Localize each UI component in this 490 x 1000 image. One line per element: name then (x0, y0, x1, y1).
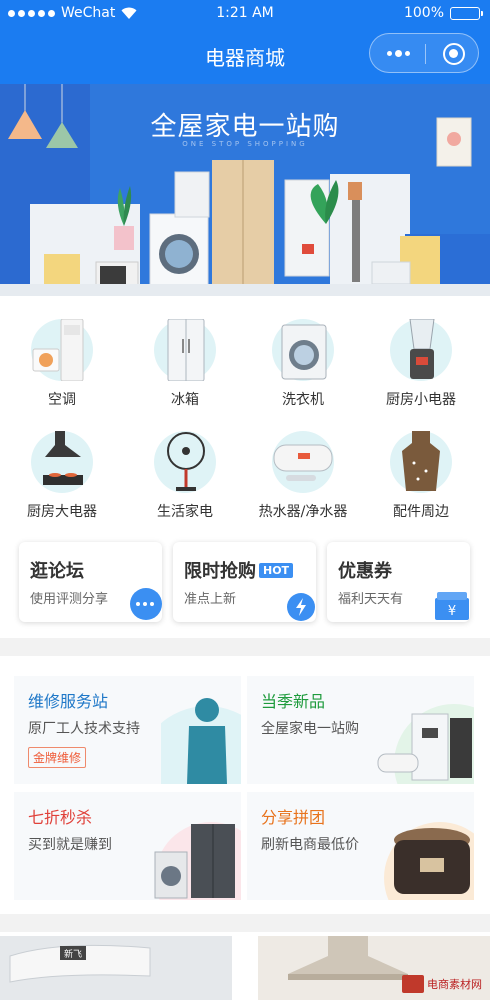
category-label: 热水器/净水器 (258, 504, 348, 520)
apron-icon (390, 431, 452, 493)
coupon-icon: ¥ (435, 592, 469, 620)
group-buy-subtitle: 刷新电商最低价 (261, 837, 359, 853)
group-buy-card[interactable]: 分享拼团 刷新电商最低价 (247, 792, 474, 900)
nav-bar: 电器商城 (0, 28, 490, 84)
alarm-clock-icon (287, 593, 315, 621)
category-label: 冰箱 (171, 392, 199, 408)
watermark-logo-icon (402, 975, 424, 993)
capsule-divider (425, 44, 426, 64)
category-refrigerator[interactable]: 冰箱 (130, 318, 240, 409)
repair-station-card[interactable]: 维修服务站 原厂工人技术支持 金牌维修 (14, 676, 241, 784)
more-dots-icon[interactable] (387, 50, 410, 57)
hot-badge: HOT (259, 563, 294, 578)
product-brand: 新飞 (64, 948, 82, 960)
new-season-subtitle: 全屋家电一站购 (261, 721, 359, 737)
category-label: 厨房小电器 (386, 392, 456, 408)
new-season-card[interactable]: 当季新品 全屋家电一站购 (247, 676, 474, 784)
quick-entry-section: 逛论坛 使用评测分享 限时抢购 HOT 准点上新 优惠券 福利天天有 ¥ (0, 534, 490, 638)
chat-bubble-icon (130, 588, 162, 620)
category-kitchen-small[interactable]: 厨房小电器 (366, 318, 476, 409)
new-season-title: 当季新品 (261, 692, 326, 711)
flash-sale-subtitle: 准点上新 (184, 592, 237, 607)
category-label: 配件周边 (393, 504, 449, 520)
forum-card[interactable]: 逛论坛 使用评测分享 (19, 542, 162, 622)
watermark: 电商素材网 (402, 975, 482, 993)
banner-subtitle: ONE STOP SHOPPING (182, 140, 308, 148)
washing-machine-icon (272, 319, 334, 381)
watermark-text: 电商素材网 (427, 978, 482, 991)
category-label: 生活家电 (157, 504, 213, 520)
category-air-conditioner[interactable]: 空调 (7, 318, 117, 409)
technician-illustration (161, 698, 241, 784)
blender-icon (390, 318, 452, 381)
svg-text:¥: ¥ (448, 604, 456, 619)
rice-cooker-illustration (384, 822, 474, 900)
category-washing-machine[interactable]: 洗衣机 (248, 319, 358, 409)
status-bar: WeChat 1:21 AM 100% (0, 0, 490, 28)
coupon-title: 优惠券 (338, 561, 392, 582)
category-kitchen-large[interactable]: 厨房大电器 (7, 431, 117, 521)
range-hood-icon (31, 431, 93, 493)
forum-title: 逛论坛 (30, 561, 84, 582)
product-strip: 新飞 电商素材网 (0, 932, 490, 1000)
category-label: 厨房大电器 (27, 504, 97, 520)
service-section: 维修服务站 原厂工人技术支持 金牌维修 当季新品 全屋家电一站购 七折秒杀 买到… (0, 656, 490, 914)
water-heaters-illustration (377, 704, 474, 784)
flash-discount-title: 七折秒杀 (28, 808, 93, 827)
coupon-card[interactable]: 优惠券 福利天天有 ¥ (327, 542, 470, 622)
miniprogram-close-icon[interactable] (443, 43, 465, 65)
battery-icon (450, 6, 483, 20)
app-page: WeChat 1:21 AM 100% 电器商城 全屋家电一站购 ONE STO… (0, 0, 490, 1000)
flash-sale-title: 限时抢购 HOT (184, 557, 294, 583)
category-grid: 空调 冰箱 洗衣机 厨房小电器 厨房大电器 生活家电 热水器/净水器 配件周边 (0, 296, 490, 534)
gold-repair-tag: 金牌维修 (28, 747, 87, 768)
repair-title: 维修服务站 (28, 692, 109, 711)
banner-title: 全屋家电一站购 (150, 112, 340, 142)
flash-discount-card[interactable]: 七折秒杀 买到就是赚到 (14, 792, 241, 900)
refrigerator-icon (154, 318, 216, 382)
category-label: 洗衣机 (282, 392, 324, 408)
hero-banner[interactable]: 全屋家电一站购 ONE STOP SHOPPING (0, 84, 490, 296)
repair-subtitle: 原厂工人技术支持 (28, 721, 140, 737)
category-water-heater[interactable]: 热水器/净水器 (248, 431, 358, 521)
group-buy-title: 分享拼团 (261, 808, 326, 827)
category-label: 空调 (48, 392, 76, 408)
appliances-illustration (154, 822, 241, 900)
flash-discount-subtitle: 买到就是赚到 (28, 837, 112, 853)
air-conditioner-icon (31, 318, 93, 382)
category-accessories[interactable]: 配件周边 (366, 431, 476, 521)
category-home-appliances[interactable]: 生活家电 (130, 431, 240, 521)
wall-ac-image: 新飞 (0, 936, 232, 1000)
coupon-subtitle: 福利天天有 (338, 592, 404, 607)
water-heater-icon (272, 431, 334, 493)
electric-fan-icon (154, 431, 216, 493)
forum-subtitle: 使用评测分享 (30, 592, 109, 607)
status-right: 100% (403, 5, 483, 21)
air-conditioner-product[interactable]: 新飞 (0, 936, 232, 1000)
flash-sale-card[interactable]: 限时抢购 HOT 准点上新 (173, 542, 316, 622)
menu-capsule (369, 33, 479, 73)
battery-percent: 100% (403, 5, 444, 21)
